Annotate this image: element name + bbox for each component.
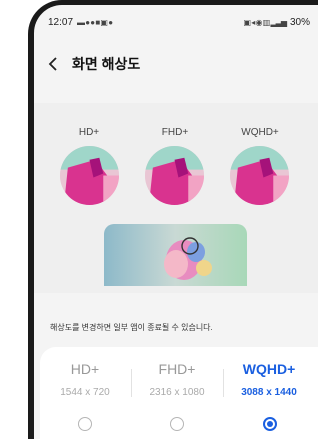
status-left: 12:07 ▬ ● ● ■ ▣ ● — [48, 16, 113, 28]
option-fhd[interactable]: FHD+ 2316 x 1080 — [132, 361, 222, 398]
status-time: 12:07 — [48, 16, 74, 28]
battery-level: 30% — [289, 16, 310, 28]
preview-label-wqhd: WQHD+ — [241, 127, 279, 138]
notification-icons: ▬ ● ● ■ ▣ ● — [77, 17, 113, 27]
preview-image-wqhd — [230, 146, 289, 205]
resolution-preview: HD+ FHD+ WQHD+ — [34, 103, 318, 293]
option-wqhd-name: WQHD+ — [242, 361, 296, 377]
option-wqhd-size: 3088 x 1440 — [241, 387, 297, 398]
option-fhd-size: 2316 x 1080 — [149, 387, 205, 398]
preview-banner-image — [104, 224, 247, 286]
system-icons: ▣ ◂ ◉ ▥ ▂▃▅ — [243, 17, 287, 27]
resolution-options: HD+ 1544 x 720 FHD+ 2316 x 1080 WQHD+ 30… — [40, 347, 318, 439]
option-wqhd[interactable]: WQHD+ 3088 x 1440 — [224, 361, 314, 398]
screen: 12:07 ▬ ● ● ■ ▣ ● ▣ ◂ ◉ ▥ ▂▃▅ 30% 화면 해상도… — [34, 5, 318, 439]
status-right: ▣ ◂ ◉ ▥ ▂▃▅ 30% — [244, 17, 310, 28]
back-arrow-icon[interactable] — [48, 57, 58, 71]
preview-image-fhd — [145, 146, 204, 205]
radio-wqhd[interactable] — [263, 417, 277, 431]
page-title: 화면 해상도 — [72, 56, 141, 72]
preview-label-hd: HD+ — [78, 127, 100, 138]
option-hd[interactable]: HD+ 1544 x 720 — [40, 361, 130, 398]
radio-hd[interactable] — [78, 417, 92, 431]
option-hd-name: HD+ — [70, 361, 100, 377]
radio-fhd[interactable] — [170, 417, 184, 431]
status-bar: 12:07 ▬ ● ● ■ ▣ ● ▣ ◂ ◉ ▥ ▂▃▅ 30% — [34, 5, 318, 39]
preview-label-fhd: FHD+ — [161, 127, 189, 138]
option-hd-size: 1544 x 720 — [60, 387, 110, 398]
option-fhd-name: FHD+ — [158, 361, 196, 377]
preview-image-hd — [60, 146, 119, 205]
preview-labels: HD+ FHD+ WQHD+ — [34, 127, 318, 141]
resolution-notice: 해상도를 변경하면 일부 앱이 종료될 수 있습니다. — [50, 323, 213, 332]
header: 화면 해상도 — [34, 39, 318, 89]
